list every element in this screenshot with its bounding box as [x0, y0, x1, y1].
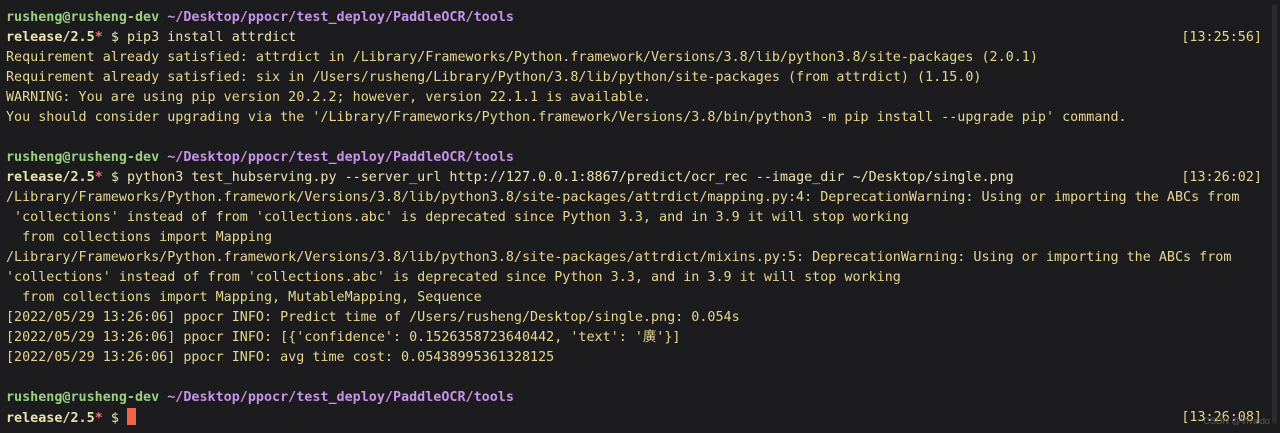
prompt-header: rusheng@rusheng-dev ~/Desktop/ppocr/test…: [6, 388, 1280, 408]
output-line: /Library/Frameworks/Python.framework/Ver…: [6, 250, 1232, 265]
prompt-symbol: $: [110, 411, 119, 426]
output-line: You should consider upgrading via the '/…: [6, 110, 1127, 125]
user-host: rusheng@rusheng-dev: [6, 10, 160, 25]
git-branch: release/2.5: [6, 411, 95, 426]
command-text: python3 test_hubserving.py --server_url …: [126, 170, 1014, 185]
timestamp: [13:25:56]: [1181, 30, 1262, 45]
output-line: [2022/05/29 13:26:06] ppocr INFO: Predic…: [6, 310, 740, 325]
working-directory: ~/Desktop/ppocr/test_deploy/PaddleOCR/to…: [167, 10, 514, 25]
command-line: release/2.5* $ pip3 install attrdict [13:…: [6, 28, 1280, 48]
output-line: Requirement already satisfied: six in /U…: [6, 70, 982, 85]
dirty-marker: *: [94, 170, 103, 185]
text-cursor[interactable]: [126, 408, 136, 425]
user-host: rusheng@rusheng-dev: [6, 150, 160, 165]
user-host: rusheng@rusheng-dev: [6, 390, 160, 405]
output-line: from collections import Mapping, Mutable…: [6, 290, 482, 305]
command-line: release/2.5* $ python3 test_hubserving.p…: [6, 168, 1280, 188]
output-line: WARNING: You are using pip version 20.2.…: [6, 90, 651, 105]
output-line: [2022/05/29 13:26:06] ppocr INFO: [{'con…: [6, 330, 681, 345]
prompt-header: rusheng@rusheng-dev ~/Desktop/ppocr/test…: [6, 8, 1280, 28]
prompt-symbol: $: [110, 170, 119, 185]
scrollbar[interactable]: [1272, 4, 1277, 424]
git-branch: release/2.5: [6, 30, 95, 45]
terminal-window[interactable]: rusheng@rusheng-dev ~/Desktop/ppocr/test…: [0, 0, 1280, 433]
output-line: /Library/Frameworks/Python.framework/Ver…: [6, 190, 1240, 205]
timestamp: [13:26:02]: [1181, 170, 1262, 185]
prompt-header: rusheng@rusheng-dev ~/Desktop/ppocr/test…: [6, 148, 1280, 168]
git-branch: release/2.5: [6, 170, 95, 185]
output-line: Requirement already satisfied: attrdict …: [6, 50, 1038, 65]
working-directory: ~/Desktop/ppocr/test_deploy/PaddleOCR/to…: [167, 390, 514, 405]
output-line: 'collections' instead of from 'collectio…: [6, 270, 901, 285]
prompt-symbol: $: [110, 30, 119, 45]
dirty-marker: *: [94, 411, 103, 426]
dirty-marker: *: [94, 30, 103, 45]
output-line: [2022/05/29 13:26:06] ppocr INFO: avg ti…: [6, 350, 555, 365]
output-line: 'collections' instead of from 'collectio…: [6, 210, 909, 225]
working-directory: ~/Desktop/ppocr/test_deploy/PaddleOCR/to…: [167, 150, 514, 165]
command-text: pip3 install attrdict: [126, 30, 297, 45]
command-line-active[interactable]: release/2.5* $ [13:26:08]: [6, 408, 1280, 428]
watermark-text: CSDN @Vivaldo: [1203, 416, 1271, 426]
output-line: from collections import Mapping: [6, 230, 273, 245]
